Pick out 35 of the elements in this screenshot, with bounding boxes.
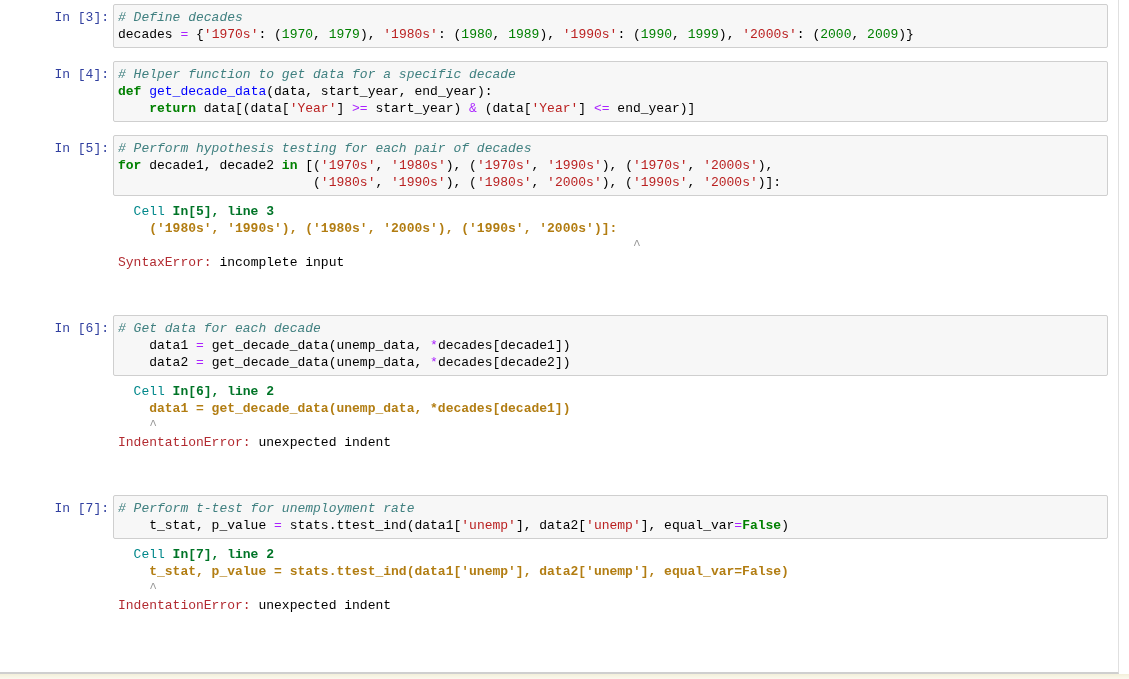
code-line: # Perform hypothesis testing for each pair of decades [118, 140, 533, 157]
traceback-line: ^ [148, 580, 158, 597]
code-line: # Define decades [118, 9, 244, 26]
traceback-line: Cell In[5], line 3 [132, 203, 276, 220]
code-line: # Helper function to get data for a specific decade [118, 66, 517, 83]
code-line: # Perform t-test for unemployment rate [118, 500, 416, 517]
input-prompt: In [6]: [54, 320, 110, 338]
code-line: # Get data for each decade [118, 320, 322, 337]
code-line: t_stat, p_value = stats.ttest_ind(data1['unemp'], data2['unemp'], equal_var=False) [148, 517, 790, 534]
code-cell-input[interactable]: # Get data for each decade data1 = get_decade_data(unemp_data, *decades[decade1]) data2 = get_decade_data(unemp_data, *decades[decade2]) [113, 315, 1108, 376]
input-prompt: In [4]: [54, 66, 110, 84]
code-cell-input[interactable]: # Perform hypothesis testing for each pair of decades for decade1, decade2 in [('1970s', '1980s'), ('1970s', '1990s'), ('1970s', '2000s'), ('1980s', '1990s'), ('1980s', '2000s'), ('1990s', '2000s')]: [113, 135, 1108, 196]
traceback-line: ^ [148, 417, 158, 434]
code-line: return data[(data['Year'] >= start_year) & (data['Year'] <= end_year)] [148, 100, 697, 117]
traceback-line: Cell In[7], line 2 [132, 546, 276, 563]
traceback-line: Cell In[6], line 2 [132, 383, 276, 400]
traceback-line: data1 = get_decade_data(unemp_data, *decades[decade1]) [148, 400, 572, 417]
code-line: ('1980s', '1990s'), ('1980s', '2000s'), ('1990s', '2000s')]: [312, 174, 783, 191]
code-cell-input[interactable]: # Perform t-test for unemployment rate t_stat, p_value = stats.ttest_ind(data1['unemp'], data2['unemp'], equal_var=False) [113, 495, 1108, 539]
code-cell-input[interactable]: # Define decades decades = {'1970s': (1970, 1979), '1980s': (1980, 1989), '1990s': (1990, 1999), '2000s': (2000, 2009)} [113, 4, 1108, 48]
code-line: decades = {'1970s': (1970, 1979), '1980s': (1980, 1989), '1990s': (1990, 1999), '2000s': (2000, 2009)} [118, 26, 915, 43]
traceback-line: t_stat, p_value = stats.ttest_ind(data1['unemp'], data2['unemp'], equal_var=False) [148, 563, 790, 580]
code-line: data2 = get_decade_data(unemp_data, *decades[decade2]) [148, 354, 572, 371]
code-line: data1 = get_decade_data(unemp_data, *decades[decade1]) [148, 337, 572, 354]
traceback-line: ^ [631, 237, 642, 254]
code-line: def get_decade_data(data, start_year, end_year): [118, 83, 494, 100]
code-cell-input[interactable]: # Helper function to get data for a specific decade def get_decade_data(data, start_year, end_year): return data[(data['Year'] >= start_year) & (data['Year'] <= end_year)] [113, 61, 1108, 122]
traceback-line: IndentationError: unexpected indent [118, 597, 393, 614]
input-prompt: In [3]: [54, 9, 110, 27]
traceback-line: SyntaxError: incomplete input [118, 254, 346, 271]
input-prompt: In [5]: [54, 140, 110, 158]
traceback-line: IndentationError: unexpected indent [118, 434, 393, 451]
traceback-line: ('1980s', '1990s'), ('1980s', '2000s'), ('1990s', '2000s')]: [148, 220, 619, 237]
input-prompt: In [7]: [54, 500, 110, 518]
code-line: for decade1, decade2 in [('1970s', '1980s'), ('1970s', '1990s'), ('1970s', '2000s'), [118, 157, 775, 174]
